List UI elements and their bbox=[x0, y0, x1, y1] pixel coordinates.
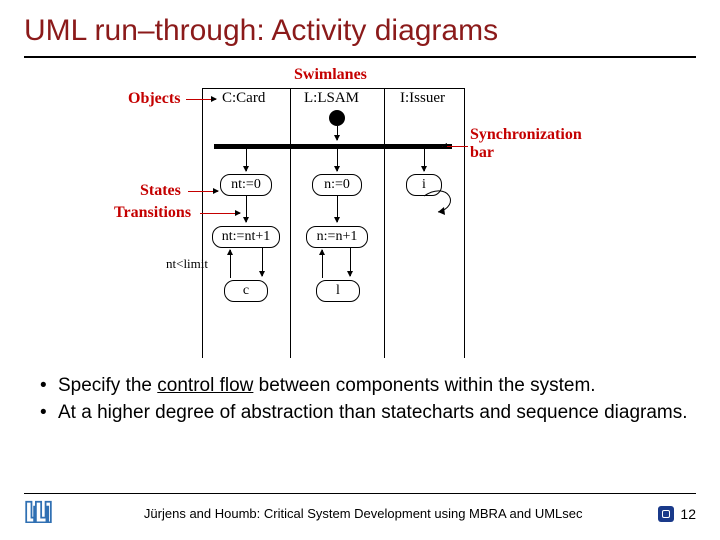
presentation-icon bbox=[658, 506, 674, 522]
lane-border-1 bbox=[202, 88, 203, 358]
bullet-1-pre: Specify the bbox=[58, 375, 157, 396]
objects-label: Objects bbox=[128, 90, 180, 108]
leader-syncbar bbox=[442, 146, 468, 147]
lane-border-2 bbox=[290, 88, 291, 358]
footer-text: Jürjens and Houmb: Critical System Devel… bbox=[68, 506, 658, 521]
syncbar-label: Synchronization bar bbox=[470, 126, 582, 161]
slide: UML run–through: Activity diagrams Swiml… bbox=[0, 0, 720, 540]
content-list: Specify the control flow between compone… bbox=[24, 374, 696, 425]
lane-top bbox=[202, 88, 464, 89]
state-nt1: nt:=nt+1 bbox=[212, 226, 280, 248]
arrow-b2 bbox=[337, 149, 338, 171]
page-number-group: 12 bbox=[658, 506, 696, 522]
leader-trans bbox=[200, 213, 240, 214]
arrow-r12b bbox=[337, 196, 338, 222]
sync-bar bbox=[214, 144, 452, 149]
state-n1: n:=n+1 bbox=[306, 226, 368, 248]
arrow-b1 bbox=[246, 149, 247, 171]
state-nt0: nt:=0 bbox=[220, 174, 272, 196]
bullet-1-u: control flow bbox=[157, 375, 253, 396]
states-label: States bbox=[140, 182, 181, 200]
bullet-2: At a higher degree of abstraction than s… bbox=[58, 401, 696, 426]
state-c: c bbox=[224, 280, 268, 302]
state-l: l bbox=[316, 280, 360, 302]
arrow-r12a bbox=[246, 196, 247, 222]
lane-card: C:Card bbox=[222, 90, 265, 107]
arrow-r32b bbox=[322, 250, 323, 278]
arrow-start bbox=[337, 126, 338, 140]
leader-objects bbox=[186, 99, 216, 100]
activity-diagram: Swimlanes Objects States Transitions Syn… bbox=[24, 66, 696, 366]
guard-text: nt<limit bbox=[166, 256, 208, 272]
footer-rule bbox=[24, 493, 696, 494]
lane-border-3 bbox=[384, 88, 385, 358]
bullet-1-post: between components within the system. bbox=[253, 375, 595, 396]
arrow-r23b bbox=[350, 248, 351, 276]
state-n0: n:=0 bbox=[312, 174, 362, 196]
bullet-2-pre: At a higher degree of abstraction than s… bbox=[58, 402, 688, 423]
leader-states bbox=[188, 191, 218, 192]
swimlanes-label: Swimlanes bbox=[294, 66, 367, 84]
syncbar-label-text-1: Synchronization bbox=[470, 126, 582, 143]
arrow-b3 bbox=[424, 149, 425, 171]
arrow-r23a bbox=[262, 248, 263, 276]
tum-logo bbox=[24, 499, 68, 528]
arrow-r32a bbox=[230, 250, 231, 278]
title-rule bbox=[24, 56, 696, 58]
start-node bbox=[329, 110, 345, 126]
page-title: UML run–through: Activity diagrams bbox=[24, 0, 696, 48]
lane-border-4 bbox=[464, 88, 465, 358]
page-number: 12 bbox=[680, 506, 696, 522]
footer: Jürjens and Houmb: Critical System Devel… bbox=[0, 499, 720, 528]
self-loop bbox=[418, 188, 458, 218]
lane-lsam: L:LSAM bbox=[304, 90, 359, 107]
lane-issuer: I:Issuer bbox=[400, 90, 445, 107]
transitions-label: Transitions bbox=[114, 204, 191, 222]
syncbar-label-text-2: bar bbox=[470, 144, 494, 161]
bullet-1: Specify the control flow between compone… bbox=[58, 374, 696, 399]
